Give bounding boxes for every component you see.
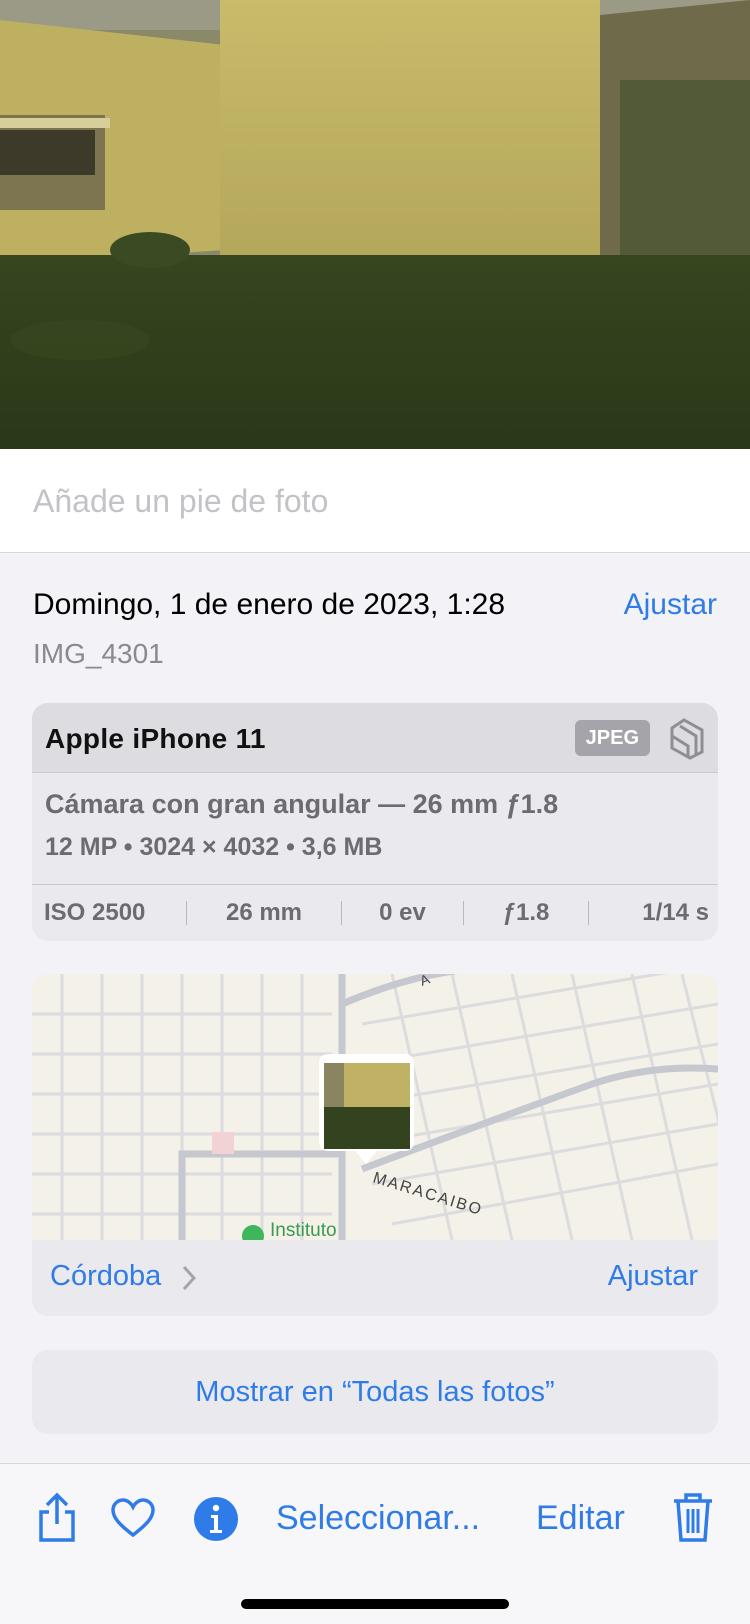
bottom-toolbar: Seleccionar... Editar (0, 1463, 750, 1624)
trash-icon[interactable] (672, 1491, 714, 1543)
live-photo-icon (670, 718, 704, 760)
exif-shutter: 1/14 s (642, 899, 709, 926)
lens-info: Cámara con gran angular — 26 mm ƒ1.8 (45, 789, 559, 819)
exif-aperture: ƒ1.8 (502, 899, 550, 926)
chevron-right-icon (182, 1265, 196, 1291)
info-icon[interactable] (193, 1496, 239, 1542)
location-name-link[interactable]: Córdoba (50, 1260, 161, 1293)
map-streets: Instituto MARACAIBO A (32, 974, 718, 1247)
location-card: Instituto MARACAIBO A Córdoba Ajustar (32, 974, 718, 1316)
select-button[interactable]: Seleccionar... (276, 1499, 480, 1538)
exif-ev: 0 ev (379, 899, 426, 926)
edit-button[interactable]: Editar (536, 1499, 625, 1538)
image-specs: 12 MP • 3024 × 4032 • 3,6 MB (45, 833, 383, 861)
exif-row: ISO 2500 26 mm 0 ev ƒ1.8 1/14 s (32, 884, 718, 941)
camera-card-header: Apple iPhone 11 JPEG (32, 703, 718, 773)
heart-icon[interactable] (110, 1498, 156, 1538)
caption-area[interactable]: Añade un pie de foto (0, 449, 750, 553)
device-name: Apple iPhone 11 (45, 723, 266, 754)
show-in-all-photos-button[interactable]: Mostrar en “Todas las fotos” (32, 1350, 718, 1434)
share-icon[interactable] (35, 1492, 79, 1544)
home-indicator (241, 1599, 509, 1609)
exif-iso: ISO 2500 (44, 899, 146, 926)
photo-date: Domingo, 1 de enero de 2023, 1:28 (33, 588, 506, 621)
adjust-location-button[interactable]: Ajustar (608, 1260, 698, 1293)
exif-focal: 26 mm (225, 899, 303, 926)
photo-preview[interactable] (0, 0, 750, 449)
adjust-date-button[interactable]: Ajustar (624, 588, 717, 622)
caption-input[interactable]: Añade un pie de foto (33, 483, 328, 520)
photo-image (0, 0, 750, 449)
photo-filename: IMG_4301 (33, 638, 164, 669)
location-map[interactable]: Instituto MARACAIBO A (32, 974, 718, 1247)
map-photo-pin[interactable] (319, 1054, 414, 1164)
map-poi-label: Instituto (270, 1220, 337, 1240)
camera-info-card: Apple iPhone 11 JPEG Cámara con gran ang… (32, 703, 718, 941)
format-badge: JPEG (574, 720, 650, 756)
